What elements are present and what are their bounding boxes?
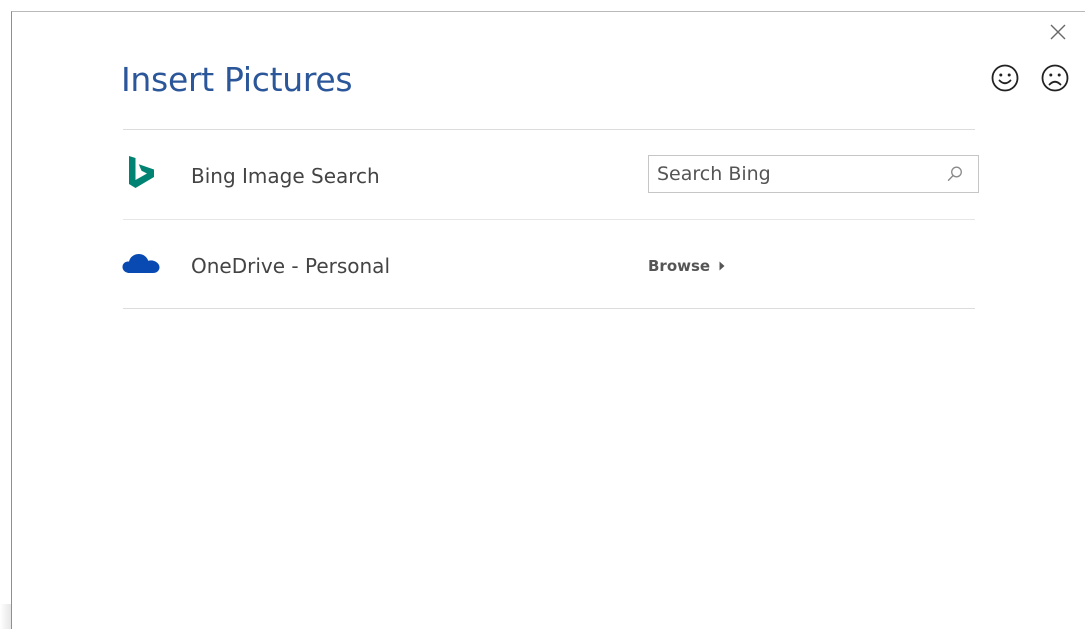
source-row-onedrive: OneDrive - Personal Browse: [122, 221, 983, 309]
browse-label: Browse: [648, 257, 711, 275]
divider-bottom: [123, 308, 975, 309]
search-bing-input[interactable]: [657, 156, 937, 192]
insert-pictures-screen: Insert Pictures Bing Image Search Search…: [0, 0, 1085, 629]
source-icon-wrapper: [123, 131, 163, 219]
source-label-bing: Bing Image Search: [191, 164, 380, 188]
browse-onedrive-button[interactable]: Browse: [648, 255, 726, 277]
smile-icon: [991, 64, 1019, 92]
window-corner-shadow: [0, 604, 11, 629]
search-icon: [947, 166, 962, 181]
send-a-frown-button[interactable]: [1040, 63, 1070, 93]
search-button[interactable]: [946, 165, 964, 183]
close-icon: [1050, 24, 1066, 40]
bing-logo-icon: [129, 156, 154, 188]
source-label-onedrive: OneDrive - Personal: [191, 254, 390, 278]
divider-middle: [123, 219, 975, 220]
close-button[interactable]: [1046, 20, 1070, 44]
bing-search-box: [648, 155, 979, 193]
divider-top: [123, 129, 975, 130]
dialog-title: Insert Pictures: [121, 60, 353, 99]
source-row-bing: Bing Image Search: [123, 131, 983, 219]
source-icon-wrapper: [122, 221, 163, 309]
send-a-smile-button[interactable]: [990, 63, 1020, 93]
frown-icon: [1041, 64, 1069, 92]
caret-right-icon: [718, 260, 726, 272]
onedrive-cloud-icon: [122, 254, 160, 273]
